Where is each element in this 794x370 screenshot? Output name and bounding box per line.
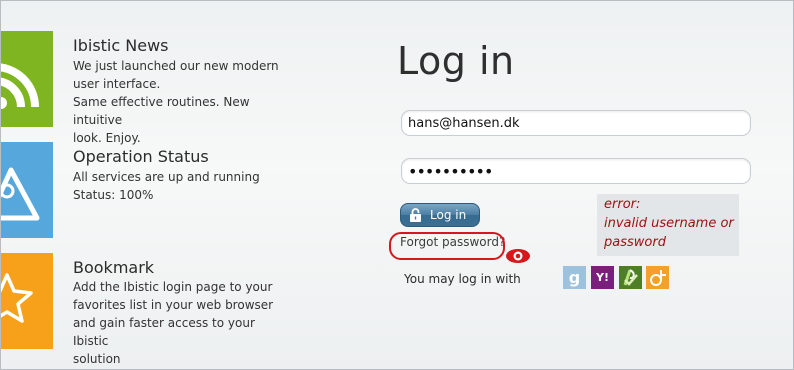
news-tile bbox=[1, 31, 53, 127]
news-text: We just launched our new modern user int… bbox=[73, 57, 293, 147]
status-title: Operation Status bbox=[73, 147, 209, 166]
bookmark-line: and gain faster access to your Ibistic bbox=[73, 316, 255, 348]
news-line: user interface. bbox=[73, 77, 161, 91]
login-title: Log in bbox=[397, 39, 515, 83]
provider-icon bbox=[650, 270, 666, 286]
status-tile bbox=[1, 142, 53, 238]
rss-icon bbox=[1, 63, 39, 109]
error-line: invalid username or bbox=[604, 216, 734, 231]
google-login-button[interactable]: g bbox=[563, 266, 586, 289]
bookmark-line: solution bbox=[73, 352, 121, 366]
warning-gear-icon bbox=[1, 167, 40, 221]
news-line: Same effective routines. New intuitive bbox=[73, 95, 250, 127]
bookmark-text: Add the Ibistic login page to your favor… bbox=[73, 278, 293, 368]
google-icon: g bbox=[568, 268, 581, 287]
login-button-label: Log in bbox=[430, 208, 467, 222]
login-page: Ibistic News We just launched our new mo… bbox=[0, 0, 794, 370]
error-line: password bbox=[604, 235, 666, 250]
openid-login-button[interactable] bbox=[619, 266, 642, 289]
eye-icon bbox=[506, 249, 530, 263]
news-title: Ibistic News bbox=[73, 36, 169, 55]
highlight-annotation bbox=[389, 232, 530, 263]
yahoo-login-button[interactable]: Y! bbox=[591, 266, 614, 289]
bookmark-line: favorites list in your web browser bbox=[73, 298, 274, 312]
error-message: error: invalid username or password bbox=[604, 195, 744, 252]
lock-icon bbox=[410, 208, 421, 222]
social-login-prompt: You may log in with bbox=[404, 272, 521, 286]
email-field[interactable] bbox=[401, 110, 751, 136]
bookmark-line: Add the Ibistic login page to your bbox=[73, 280, 273, 294]
error-line: error: bbox=[604, 197, 641, 212]
news-line: We just launched our new modern bbox=[73, 59, 279, 73]
bookmark-title: Bookmark bbox=[73, 258, 155, 277]
openid-icon bbox=[623, 269, 638, 286]
status-line: Status: 100% bbox=[73, 188, 154, 202]
status-text: All services are up and running Status: … bbox=[73, 168, 293, 204]
bookmark-tile bbox=[1, 253, 53, 349]
star-icon bbox=[1, 273, 33, 323]
password-field[interactable] bbox=[401, 158, 751, 184]
login-button[interactable]: Log in bbox=[400, 203, 480, 227]
status-line: All services are up and running bbox=[73, 170, 260, 184]
other-provider-login-button[interactable] bbox=[646, 266, 669, 289]
news-line: look. Enjoy. bbox=[73, 131, 141, 145]
yahoo-icon: Y! bbox=[596, 271, 609, 284]
